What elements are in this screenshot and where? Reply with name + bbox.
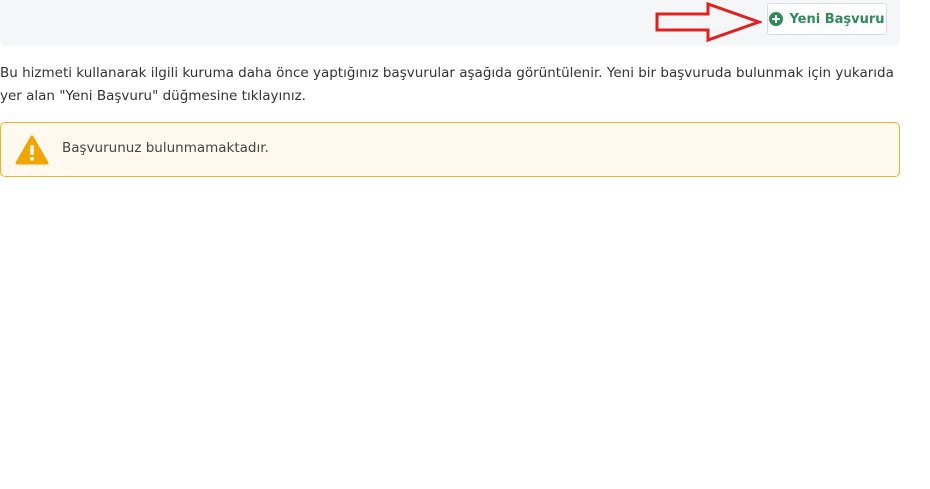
info-text-line-1: Bu hizmeti kullanarak ilgili kuruma daha… [0, 65, 894, 81]
plus-circle-icon [769, 12, 784, 26]
alert-message: Başvurunuz bulunmamaktadır. [62, 140, 269, 156]
warning-alert: Başvurunuz bulunmamaktadır. [0, 122, 900, 177]
info-text: Bu hizmeti kullanarak ilgili kuruma daha… [0, 62, 905, 108]
new-application-label: Yeni Başvuru [789, 11, 885, 27]
info-text-line-2: yer alan "Yeni Başvuru" düğmesine tıklay… [0, 88, 306, 104]
page: Yeni Başvuru Bu hizmeti kullanarak ilgil… [0, 0, 930, 489]
red-arrow-annotation-icon [655, 2, 762, 42]
new-application-button[interactable]: Yeni Başvuru [767, 3, 887, 35]
warning-triangle-icon [15, 135, 49, 165]
toolbar: Yeni Başvuru [0, 0, 900, 46]
